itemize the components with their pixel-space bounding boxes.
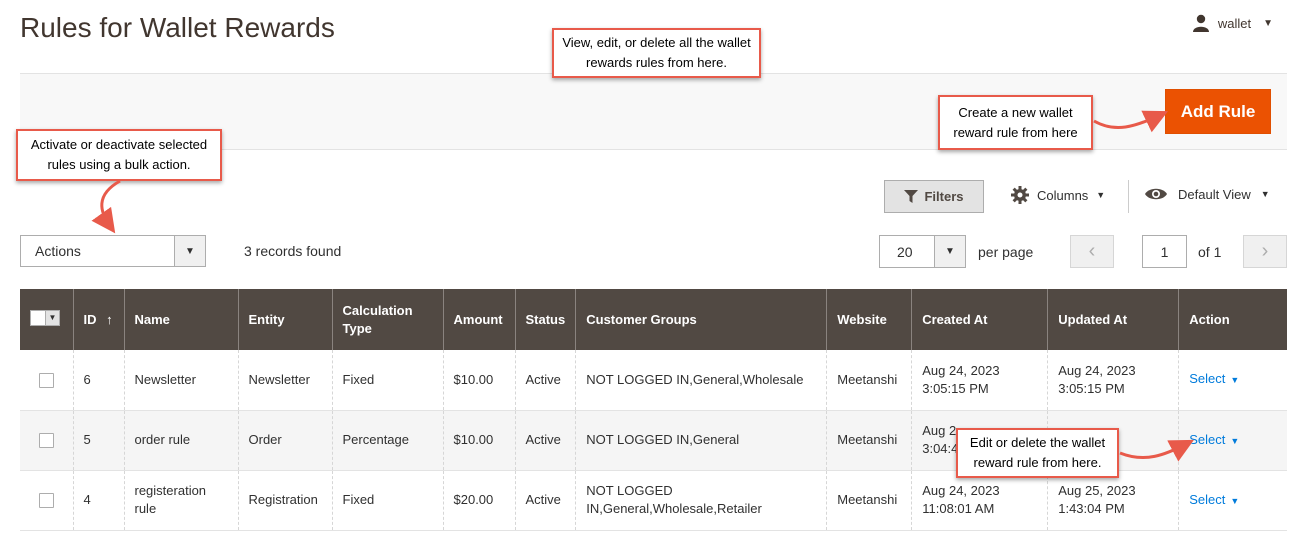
columns-label: Columns (1037, 187, 1089, 203)
divider (1128, 180, 1129, 213)
cell-website: Meetanshi (826, 470, 912, 531)
cell-status: Active (514, 470, 576, 531)
chevron-down-icon: ▼ (1260, 189, 1270, 199)
col-header-website[interactable]: Website (826, 289, 912, 350)
col-header-amount[interactable]: Amount (442, 289, 515, 350)
cell-updated-at: Aug 24, 2023 3:05:15 PM (1047, 350, 1179, 411)
page-number-input[interactable]: 1 (1142, 235, 1187, 268)
columns-control[interactable]: Columns ▼ (1011, 186, 1105, 204)
row-action-select[interactable]: Select ▼ (1189, 432, 1239, 447)
rules-grid: ▼ ID ↑ Name Entity Calculation Type Amou… (20, 289, 1287, 531)
chevron-left-icon: ‹ (1088, 240, 1096, 262)
cell-calc-type: Fixed (331, 350, 443, 411)
grid-header-row: ▼ ID ↑ Name Entity Calculation Type Amou… (20, 289, 1287, 350)
chevron-down-icon: ▼ (45, 310, 59, 325)
filters-label: Filters (924, 189, 964, 204)
sort-arrow-icon: ↑ (106, 311, 113, 327)
cell-amount: $10.00 (442, 410, 515, 471)
cell-amount: $10.00 (442, 350, 515, 411)
row-action-select[interactable]: Select ▼ (1189, 371, 1239, 386)
row-action-select[interactable]: Select ▼ (1189, 492, 1239, 507)
table-row: 4 registeration rule Registration Fixed … (20, 470, 1287, 531)
col-header-name[interactable]: Name (123, 289, 238, 350)
cell-customer-groups: NOT LOGGED IN,General,Wholesale,Retailer (575, 470, 827, 531)
cell-calc-type: Fixed (331, 470, 443, 531)
cell-created-at: Aug 24, 2023 11:08:01 AM (911, 470, 1048, 531)
per-page-value: 20 (897, 243, 913, 260)
cell-entity: Newsletter (237, 350, 332, 411)
mass-actions-select[interactable]: Actions ▼ (20, 235, 206, 267)
chevron-down-icon: ▼ (1096, 190, 1106, 200)
chevron-down-icon: ▼ (1230, 435, 1240, 446)
chevron-down-icon[interactable]: ▼ (934, 236, 965, 267)
cell-id: 6 (72, 350, 124, 411)
next-page-button[interactable]: › (1243, 235, 1287, 268)
row-checkbox[interactable] (38, 372, 54, 388)
col-header-calc-type[interactable]: Calculation Type (331, 289, 443, 350)
cell-website: Meetanshi (826, 410, 912, 471)
arrow-to-actions (91, 179, 121, 234)
chevron-down-icon: ▼ (1230, 375, 1240, 386)
chevron-down-icon: ▼ (1230, 495, 1240, 506)
table-row: 6 Newsletter Newsletter Fixed $10.00 Act… (20, 350, 1287, 411)
col-header-entity[interactable]: Entity (237, 289, 332, 350)
view-label: Default View (1178, 186, 1251, 202)
col-header-action: Action (1178, 289, 1287, 350)
cell-created-at: Aug 24, 2023 3:05:15 PM (911, 350, 1048, 411)
cell-action: Select ▼ (1178, 350, 1287, 411)
eye-icon (1145, 188, 1167, 200)
cell-status: Active (514, 350, 576, 411)
cell-name: registeration rule (123, 470, 238, 531)
chevron-down-icon[interactable]: ▼ (174, 236, 205, 266)
cell-updated-at: Aug 25, 2023 1:43:04 PM (1047, 470, 1179, 531)
mass-select-header[interactable]: ▼ (20, 289, 73, 350)
callout-bulk-action: Activate or deactivate selected rules us… (16, 129, 222, 181)
cell-website: Meetanshi (826, 350, 912, 411)
cell-entity: Order (237, 410, 332, 471)
filter-icon (904, 190, 919, 203)
mass-select-checkbox[interactable]: ▼ (30, 309, 60, 326)
cell-entity: Registration (237, 470, 332, 531)
cell-calc-type: Percentage (331, 410, 443, 471)
cell-name: Newsletter (123, 350, 238, 411)
page-total: of 1 (1198, 244, 1222, 260)
col-header-id[interactable]: ID ↑ (72, 289, 124, 350)
col-header-updated-at[interactable]: Updated At (1047, 289, 1179, 350)
per-page-label: per page (978, 244, 1034, 260)
page-title: Rules for Wallet Rewards (20, 12, 335, 43)
cell-id: 4 (72, 470, 124, 531)
row-checkbox[interactable] (38, 433, 54, 449)
user-name: wallet (1217, 15, 1252, 31)
prev-page-button[interactable]: ‹ (1070, 235, 1114, 268)
col-header-created-at[interactable]: Created At (911, 289, 1048, 350)
gear-icon (1011, 186, 1029, 204)
view-control[interactable]: Default View ▼ (1144, 186, 1270, 202)
cell-customer-groups: NOT LOGGED IN,General,Wholesale (575, 350, 827, 411)
callout-row-action: Edit or delete the wallet reward rule fr… (956, 428, 1119, 478)
user-menu[interactable]: wallet ▼ (1192, 14, 1273, 32)
cell-status: Active (514, 410, 576, 471)
per-page-select[interactable]: 20 ▼ (879, 235, 966, 268)
callout-manage-rules: View, edit, or delete all the wallet rew… (552, 28, 761, 78)
records-count: 3 records found (244, 243, 342, 259)
filters-button[interactable]: Filters (884, 180, 984, 213)
callout-add-rule: Create a new wallet reward rule from her… (938, 95, 1093, 150)
cell-customer-groups: NOT LOGGED IN,General (575, 410, 827, 471)
chevron-down-icon: ▼ (1263, 17, 1273, 29)
cell-id: 5 (72, 410, 124, 471)
cell-name: order rule (123, 410, 238, 471)
cell-amount: $20.00 (442, 470, 515, 531)
cell-action: Select ▼ (1178, 410, 1287, 471)
chevron-right-icon: › (1261, 240, 1269, 262)
row-checkbox[interactable] (38, 493, 54, 509)
actions-value: Actions (35, 243, 81, 259)
user-icon (1192, 14, 1209, 32)
col-header-customer-groups[interactable]: Customer Groups (575, 289, 827, 350)
col-header-status[interactable]: Status (514, 289, 576, 350)
cell-action: Select ▼ (1178, 470, 1287, 531)
add-rule-button[interactable]: Add Rule (1165, 89, 1271, 134)
